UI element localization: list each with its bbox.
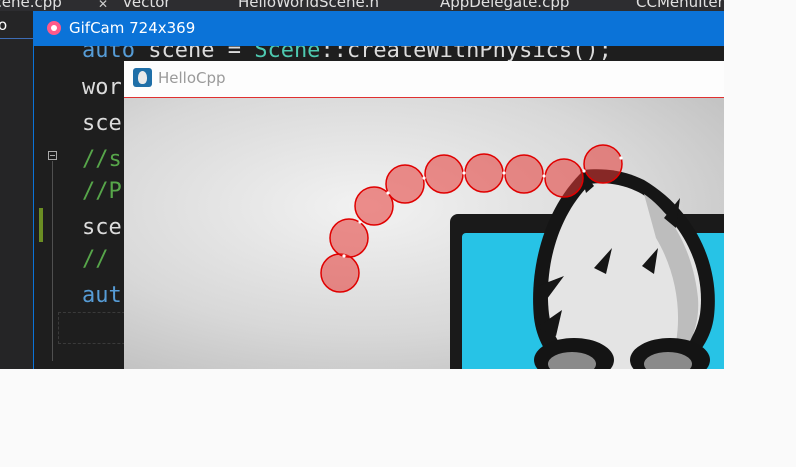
game-canvas[interactable]: [124, 98, 724, 369]
gifcam-title-bar[interactable]: GifCam 724x369: [33, 11, 724, 46]
gifcam-app-icon: [47, 21, 61, 35]
physics-ball: [544, 158, 584, 198]
tab-helloworldscene-h[interactable]: HelloWorldScene.h: [238, 0, 379, 11]
tab-scene-cpp[interactable]: Scene.cpp: [0, 0, 62, 11]
ide-tab-bar: Scene.cpp ✕ vector HelloWorldScene.h App…: [0, 0, 724, 11]
solution-pane: o: [0, 11, 34, 369]
gifcam-title: GifCam 724x369: [69, 19, 196, 37]
physics-ball: [583, 144, 623, 184]
hellocpp-title: HelloCpp: [158, 69, 226, 87]
tab-vector[interactable]: vector: [123, 0, 171, 11]
physics-ball: [329, 218, 369, 258]
physics-ball: [424, 154, 464, 194]
physics-ball: [320, 253, 360, 293]
hellocpp-title-bar[interactable]: HelloCpp: [124, 61, 724, 98]
physics-ball: [504, 154, 544, 194]
close-icon[interactable]: ✕: [98, 0, 108, 11]
game-scene: [320, 144, 724, 369]
hellocpp-window: HelloCpp: [124, 61, 724, 369]
tab-appdelegate-cpp[interactable]: AppDelegate.cpp: [440, 0, 569, 11]
cocos-app-icon: [133, 68, 152, 87]
physics-ball: [464, 153, 504, 193]
active-item-underline: [0, 38, 34, 39]
tab-ccmenuitem[interactable]: CCMenuItem: [636, 0, 724, 11]
desktop: Scene.cpp ✕ vector HelloWorldScene.h App…: [0, 0, 724, 369]
solution-pane-label[interactable]: o: [0, 16, 7, 34]
cocos2d-logo: [450, 166, 724, 369]
physics-ball: [385, 164, 425, 204]
